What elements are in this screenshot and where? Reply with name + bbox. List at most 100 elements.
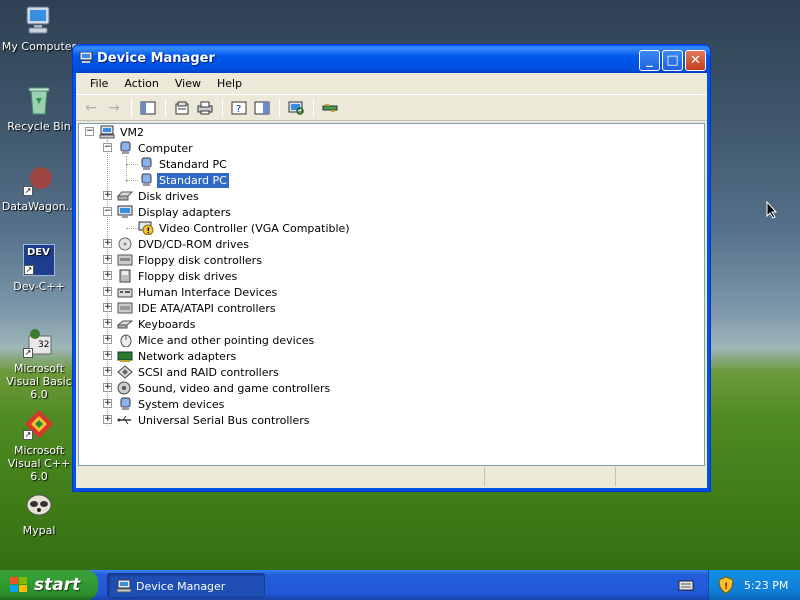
desktop-icon-dev-cpp[interactable]: DEV ↗ Dev-C++ [1,244,77,293]
warning-device-icon: ! [138,221,154,236]
tree-node-dvd-cdrom[interactable]: + DVD/CD-ROM drives [103,236,251,252]
tree-node-disk-drives[interactable]: + Disk drives [103,188,201,204]
tree-node-label: Computer [138,141,193,155]
desktop-icon-label: Dev-C++ [13,280,65,293]
tree-node-system-devices[interactable]: + System devices [103,396,226,412]
tree-node-floppy-drives[interactable]: + Floppy disk drives [103,268,239,284]
minimize-button[interactable]: _ [639,50,660,71]
start-label: start [34,575,81,595]
tree-node-sound-video-game[interactable]: + Sound, video and game controllers [103,380,332,396]
tree-node-label: DVD/CD-ROM drives [138,237,249,251]
desktop-icon-mypal[interactable]: Mypal [1,488,77,537]
expand-toggle[interactable]: + [103,319,112,328]
expand-toggle[interactable]: + [103,271,112,280]
taskbar: start Device Manager ! 5:23 PM [0,570,800,600]
tree-node-network-adapters[interactable]: + Network adapters [103,348,238,364]
desktop-icon-label: DataWagon... [1,200,77,213]
tree-node-video-controller[interactable]: ! Video Controller (VGA Compatible) [138,220,352,236]
menu-help[interactable]: Help [209,77,250,90]
standard-pc-icon [138,157,154,171]
expand-toggle[interactable]: + [103,191,112,200]
close-button[interactable]: ✕ [685,50,706,71]
update-driver-button[interactable] [319,98,341,118]
desktop-icon-my-computer[interactable]: My Computer [1,4,77,53]
shortcut-arrow-icon: ↗ [23,348,33,358]
mouse-cursor-icon [766,200,778,219]
tree-node-standard-pc-1[interactable]: Standard PC [138,156,229,172]
tree-node-keyboards[interactable]: + Keyboards [103,316,197,332]
expand-toggle[interactable]: + [103,303,112,312]
desktop-icon-vcpp6[interactable]: ↗ Microsoft Visual C++ 6.0 [1,408,77,483]
expand-toggle[interactable]: + [103,383,112,392]
expand-toggle[interactable]: + [103,351,112,360]
desktop-icon-vb6[interactable]: 32 ↗ Microsoft Visual Basic 6.0 [1,326,77,401]
expand-toggle[interactable]: + [103,399,112,408]
menu-action[interactable]: Action [116,77,166,90]
expand-toggle[interactable]: + [103,335,112,344]
collapse-toggle[interactable]: − [103,207,112,216]
desktop-icon-recycle-bin[interactable]: Recycle Bin [1,84,77,133]
properties-icon [175,101,189,114]
scan-hardware-changes-button[interactable] [285,98,307,118]
shortcut-arrow-icon: ↗ [24,265,34,275]
tree-node-scsi-raid[interactable]: + SCSI and RAID controllers [103,364,281,380]
recycle-bin-icon [23,84,55,116]
action-pane-icon [254,101,270,114]
help-button[interactable]: ? [228,98,250,118]
close-icon: ✕ [690,53,701,68]
tree-node-ide-ata[interactable]: + IDE ATA/ATAPI controllers [103,300,278,316]
taskbar-button-label: Device Manager [136,580,226,593]
security-shield-icon[interactable]: ! [718,576,734,594]
show-hide-console-tree-button[interactable] [137,98,159,118]
expand-toggle[interactable]: + [103,239,112,248]
computer-icon [99,125,115,139]
tree-node-label: Standard PC [159,157,227,171]
device-tree[interactable]: − VM2 − Computer Standard PC Standard PC… [78,123,705,466]
device-manager-window[interactable]: Device Manager _ □ ✕ File Action View He… [72,44,711,492]
clock[interactable]: 5:23 PM [744,579,788,592]
tree-node-root[interactable]: − VM2 [85,124,146,140]
tree-node-usb-controllers[interactable]: + Universal Serial Bus controllers [103,412,311,428]
forward-button[interactable]: → [103,98,125,118]
shortcut-arrow-icon: ↗ [23,430,33,440]
tree-node-label: VM2 [120,125,145,139]
toolbar: ← → ? [76,95,707,121]
desktop-icon-datawagon[interactable]: ↗ DataWagon... [1,164,77,213]
back-button[interactable]: ← [80,98,102,118]
sound-icon [117,381,133,395]
keyboard-icon [116,317,134,331]
tree-line [126,180,138,181]
collapse-toggle[interactable]: − [103,143,112,152]
tree-node-label: Sound, video and game controllers [138,381,331,395]
tree-node-label: Network adapters [138,349,237,363]
start-button[interactable]: start [0,570,98,600]
tree-node-label: SCSI and RAID controllers [138,365,279,379]
menu-file[interactable]: File [82,77,116,90]
print-button[interactable] [194,98,216,118]
hid-icon [117,285,133,299]
expand-toggle[interactable]: + [103,287,112,296]
mypal-raccoon-icon [23,488,55,520]
expand-toggle[interactable]: + [103,415,112,424]
tree-node-label: Universal Serial Bus controllers [138,413,310,427]
menu-view[interactable]: View [167,77,209,90]
expand-toggle[interactable]: + [103,255,112,264]
properties-button[interactable] [171,98,193,118]
tree-node-display-adapters[interactable]: − Display adapters [103,204,233,220]
tree-node-computer[interactable]: − Computer [103,140,195,156]
tree-node-hid[interactable]: + Human Interface Devices [103,284,279,300]
tree-node-mice[interactable]: + Mice and other pointing devices [103,332,316,348]
expand-toggle[interactable]: + [103,367,112,376]
collapse-toggle[interactable]: − [85,127,94,136]
taskbar-button-device-manager[interactable]: Device Manager [107,573,265,598]
maximize-button[interactable]: □ [662,50,683,71]
title-bar[interactable]: Device Manager _ □ ✕ [73,45,710,73]
network-adapter-icon [117,349,133,363]
tree-node-floppy-controllers[interactable]: + Floppy disk controllers [103,252,264,268]
tree-node-standard-pc-2[interactable]: Standard PC [138,171,230,189]
status-bar [78,467,705,486]
keyboard-language-icon[interactable] [678,578,694,592]
update-driver-icon [322,103,338,112]
dev-cpp-icon: DEV ↗ [23,244,55,276]
show-hide-action-pane-button[interactable] [251,98,273,118]
